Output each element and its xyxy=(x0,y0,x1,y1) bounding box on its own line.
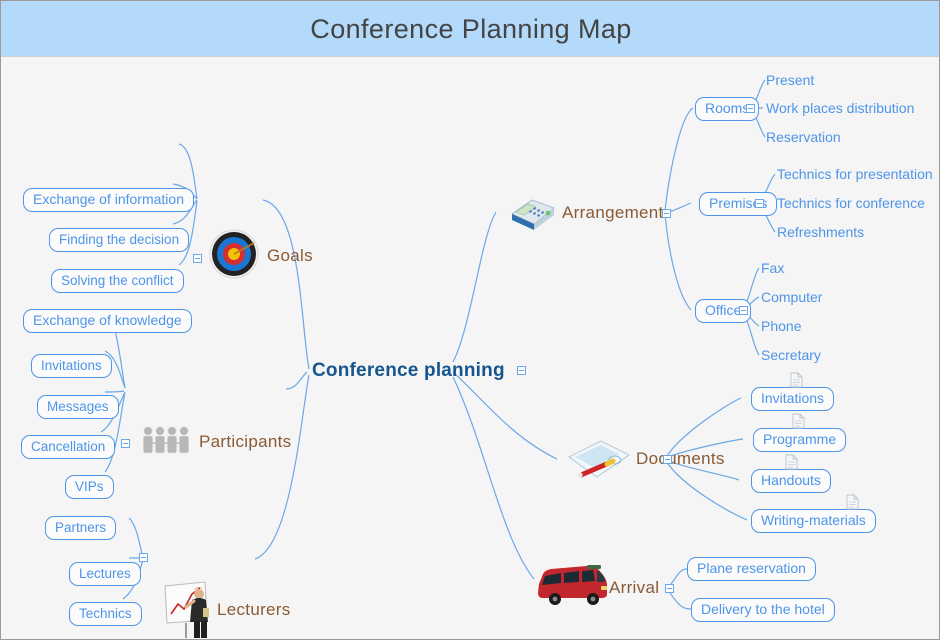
node-secretary[interactable]: Secretary xyxy=(761,347,821,363)
branch-label-goals[interactable]: Goals xyxy=(267,246,313,266)
node-handouts[interactable]: Handouts xyxy=(751,469,831,493)
node-technics-for-conference[interactable]: Technics for conference xyxy=(777,195,925,211)
mind-map-canvas[interactable]: Conference planning Goals Exchange of in… xyxy=(1,57,939,639)
node-invitations-participants[interactable]: Invitations xyxy=(31,354,112,378)
mind-map-window: Conference Planning Map Conference plann… xyxy=(0,0,940,640)
lecturers-collapse-toggle[interactable] xyxy=(139,553,148,562)
branch-label-lecturers[interactable]: Lecturers xyxy=(217,600,291,620)
node-work-places-distribution[interactable]: Work places distribution xyxy=(766,100,914,116)
node-computer[interactable]: Computer xyxy=(761,289,822,305)
premises-collapse-toggle[interactable] xyxy=(755,199,764,208)
node-messages[interactable]: Messages xyxy=(37,395,119,419)
office-collapse-toggle[interactable] xyxy=(739,306,748,315)
node-premises[interactable]: Premises xyxy=(699,192,778,216)
fax-machine-icon xyxy=(506,190,558,237)
root-node[interactable]: Conference planning xyxy=(312,360,505,382)
page-title: Conference Planning Map xyxy=(310,14,632,44)
branch-label-participants[interactable]: Participants xyxy=(199,432,291,452)
arrangement-collapse-toggle[interactable] xyxy=(662,209,671,218)
target-icon xyxy=(209,229,259,284)
node-programme[interactable]: Programme xyxy=(753,428,847,452)
presenter-icon xyxy=(161,578,219,639)
node-present[interactable]: Present xyxy=(766,72,814,88)
bus-icon xyxy=(533,562,611,611)
page-icon xyxy=(792,413,805,429)
branch-label-arrival[interactable]: Arrival xyxy=(609,578,659,598)
node-lectures[interactable]: Lectures xyxy=(69,562,141,586)
rooms-collapse-toggle[interactable] xyxy=(746,104,755,113)
node-exchange-of-information[interactable]: Exchange of information xyxy=(23,188,194,212)
node-plane-reservation[interactable]: Plane reservation xyxy=(687,557,816,581)
branch-label-arrangement[interactable]: Arrangement xyxy=(562,203,664,223)
node-reservation[interactable]: Reservation xyxy=(766,129,841,145)
page-icon xyxy=(790,372,803,388)
title-bar: Conference Planning Map xyxy=(1,1,939,57)
branch-label-documents[interactable]: Documents xyxy=(636,449,725,469)
node-finding-the-decision[interactable]: Finding the decision xyxy=(49,228,190,252)
people-group-icon xyxy=(141,425,193,460)
node-partners[interactable]: Partners xyxy=(45,516,117,540)
node-vips[interactable]: VIPs xyxy=(65,475,114,499)
node-exchange-of-knowledge[interactable]: Exchange of knowledge xyxy=(23,309,192,333)
goals-collapse-toggle[interactable] xyxy=(193,254,202,263)
node-technics-lecturers[interactable]: Technics xyxy=(69,602,142,626)
documents-collapse-toggle[interactable] xyxy=(663,455,672,464)
root-collapse-toggle[interactable] xyxy=(517,366,526,375)
node-delivery-to-the-hotel[interactable]: Delivery to the hotel xyxy=(691,598,835,622)
document-pen-icon xyxy=(563,435,635,492)
node-refreshments[interactable]: Refreshments xyxy=(777,224,864,240)
node-technics-for-presentation[interactable]: Technics for presentation xyxy=(777,166,933,182)
node-cancellation[interactable]: Cancellation xyxy=(21,435,116,459)
page-icon xyxy=(846,494,859,510)
node-writing-materials[interactable]: Writing-materials xyxy=(751,509,876,533)
page-icon xyxy=(785,454,798,470)
node-phone[interactable]: Phone xyxy=(761,318,801,334)
node-fax[interactable]: Fax xyxy=(761,260,784,276)
node-solving-the-conflict[interactable]: Solving the conflict xyxy=(51,269,184,293)
arrival-collapse-toggle[interactable] xyxy=(665,584,674,593)
participants-collapse-toggle[interactable] xyxy=(121,439,130,448)
node-invitations-documents[interactable]: Invitations xyxy=(751,387,835,411)
